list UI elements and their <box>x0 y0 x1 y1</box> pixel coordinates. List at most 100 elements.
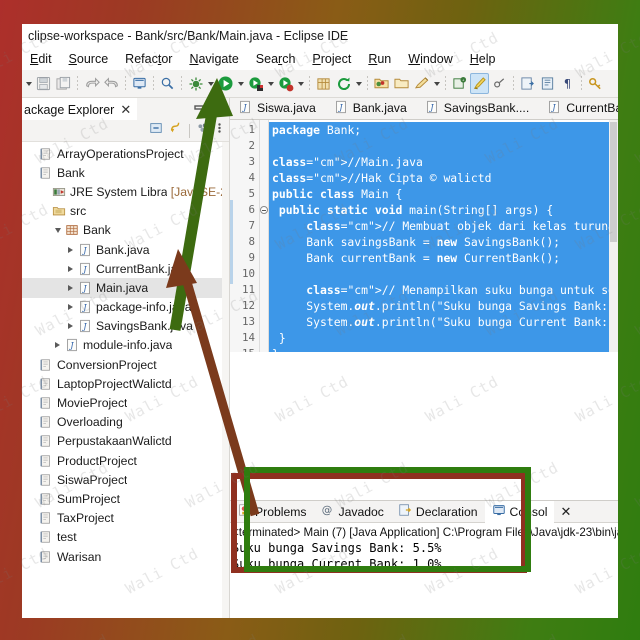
code-line[interactable]: System.out.println("Suku bunga Savings B… <box>269 298 618 314</box>
debug-dropdown-arrow[interactable] <box>206 73 215 94</box>
link-editor-icon[interactable] <box>169 121 183 140</box>
chevron-right-icon[interactable] <box>64 298 77 317</box>
menu-edit[interactable]: Edit <box>30 52 52 66</box>
close-icon[interactable]: ✕ <box>120 102 131 118</box>
minimize-icon[interactable] <box>192 100 206 118</box>
undo-icon[interactable] <box>82 73 101 94</box>
console-tab-consol[interactable]: Consol <box>484 500 555 523</box>
collapse-all-icon[interactable] <box>149 121 163 140</box>
tree-item-savingsbank-java[interactable]: J SavingsBank.java <box>22 317 229 336</box>
close-icon[interactable]: ✕ <box>554 504 577 520</box>
code-line[interactable]: package Bank; <box>269 122 618 138</box>
scrollbar-thumb[interactable] <box>610 122 617 242</box>
tree-item-src[interactable]: src <box>22 202 229 221</box>
tree-item-package-info-java[interactable]: Jpackage-info.java <box>22 298 229 317</box>
tree-item-arrayoperationsproject[interactable]: ArrayOperationsProject <box>22 144 229 163</box>
open-type-icon[interactable] <box>392 73 411 94</box>
code-line[interactable]: class="cm">// Membuat objek dari kelas t… <box>269 218 618 234</box>
refresh-icon[interactable] <box>334 73 353 94</box>
tree-item-movieproject[interactable]: MovieProject <box>22 393 229 412</box>
editor-vertical-scrollbar[interactable] <box>609 120 618 352</box>
code-line[interactable]: class="cm">//Hak Cipta © walictd <box>269 170 618 186</box>
run-icon[interactable] <box>216 73 235 94</box>
coverage-icon[interactable] <box>276 73 295 94</box>
tree-item-main-java[interactable]: J Main.java <box>22 278 229 298</box>
tree-item-bank[interactable]: Bank <box>22 221 229 240</box>
menu-run[interactable]: Run <box>368 52 391 66</box>
tree-item-module-info-java[interactable]: Jmodule-info.java <box>22 336 229 355</box>
project-tree[interactable]: ArrayOperationsProject Bank JRE System Lib… <box>22 142 229 618</box>
folding-column[interactable] <box>260 120 269 352</box>
save-all-icon[interactable] <box>54 73 73 94</box>
save-icon[interactable] <box>34 73 53 94</box>
code-line[interactable] <box>269 266 618 282</box>
tree-item-warisan[interactable]: Warisan <box>22 547 229 566</box>
menu-source[interactable]: Source <box>69 52 109 66</box>
editor-tab-bank-java[interactable]: J Bank.java <box>326 97 417 119</box>
open-task-icon[interactable] <box>518 73 537 94</box>
editor-tab-siswa-java[interactable]: J Siswa.java <box>230 97 326 119</box>
code-line[interactable]: } <box>269 330 618 346</box>
tree-item-taxproject[interactable]: TaxProject <box>22 509 229 528</box>
console-tab-declaration[interactable]: Declaration <box>391 501 485 523</box>
code-line[interactable] <box>269 138 618 154</box>
console-view-icon[interactable] <box>130 73 149 94</box>
tab-package-explorer[interactable]: ackage Explorer ✕ <box>22 98 138 120</box>
run-dropdown-arrow[interactable] <box>236 73 245 94</box>
maximize-icon[interactable] <box>211 100 225 118</box>
code-line[interactable]: System.out.println("Suku bunga Current B… <box>269 314 618 330</box>
code-line[interactable]: public static void main(String[] args) { <box>269 202 618 218</box>
tree-item-bank[interactable]: Bank <box>22 163 229 182</box>
view-menu-dots-icon[interactable] <box>216 121 223 140</box>
tree-item-siswaproject[interactable]: SiswaProject <box>22 470 229 489</box>
link-icon[interactable] <box>490 73 509 94</box>
toolbar-overflow-arrow[interactable] <box>24 73 33 94</box>
tree-item-productproject[interactable]: ProductProject <box>22 451 229 470</box>
tree-item-laptopprojectwalictd[interactable]: LaptopProjectWalictd <box>22 374 229 393</box>
chevron-down-icon[interactable] <box>51 221 64 240</box>
console-tab-javadoc[interactable]: @ Javadoc <box>313 501 390 523</box>
search-icon[interactable] <box>158 73 177 94</box>
menu-help[interactable]: Help <box>470 52 496 66</box>
chevron-right-icon[interactable] <box>64 240 77 259</box>
refresh-dropdown-arrow[interactable] <box>354 73 363 94</box>
tree-item-jre-system-library[interactable]: JRE System Library[JavaSE-2 <box>22 182 229 201</box>
redo-icon[interactable] <box>102 73 121 94</box>
coverage-dropdown-arrow[interactable] <box>296 73 305 94</box>
code-line[interactable]: Bank savingsBank = new SavingsBank(); <box>269 234 618 250</box>
tree-item-currentbank-java[interactable]: J CurrentBank.java <box>22 259 229 278</box>
code-text[interactable]: package Bank; class="cm">//Main.java clas… <box>269 120 618 352</box>
view-menu-icon[interactable] <box>196 121 210 140</box>
editor-tab-currentba[interactable]: J CurrentBa <box>539 97 618 119</box>
pilcrow-icon[interactable]: ¶ <box>558 73 577 94</box>
explorer-scrollbar[interactable] <box>222 142 229 618</box>
chevron-right-icon[interactable] <box>64 259 77 278</box>
debug-icon[interactable] <box>186 73 205 94</box>
code-line[interactable]: class="cm">// Menampilkan suku bunga unt… <box>269 282 618 298</box>
pencil-icon[interactable] <box>412 73 431 94</box>
console-tab-problems[interactable]: Problems <box>230 501 313 523</box>
console-output[interactable]: Suku bunga Savings Bank: 5.5% Suku bunga … <box>230 540 618 572</box>
code-line[interactable]: class="cm">//Main.java <box>269 154 618 170</box>
editor-tab-savingsbank[interactable]: J SavingsBank.... <box>417 97 539 119</box>
chevron-right-icon[interactable] <box>64 278 77 297</box>
book-icon[interactable] <box>538 73 557 94</box>
pencil-dropdown-arrow[interactable] <box>432 73 441 94</box>
external-tools-dropdown-arrow[interactable] <box>266 73 275 94</box>
source-editor[interactable]: 12345678910111213141516 package Bank; cl… <box>230 120 618 376</box>
tree-item-conversionproject[interactable]: ConversionProject <box>22 355 229 374</box>
chevron-right-icon[interactable] <box>64 317 77 336</box>
fold-collapse-icon[interactable] <box>260 202 268 218</box>
chevron-right-icon[interactable] <box>51 336 64 355</box>
run-external-tools-icon[interactable] <box>246 73 265 94</box>
open-perspective-icon[interactable]: + <box>450 73 469 94</box>
key-icon[interactable] <box>586 73 605 94</box>
code-line[interactable]: public class Main { <box>269 186 618 202</box>
tree-item-perpustakaanwalictd[interactable]: PerpustakaanWalictd <box>22 432 229 451</box>
code-line[interactable]: Bank currentBank = new CurrentBank(); <box>269 250 618 266</box>
new-java-project-icon[interactable] <box>314 73 333 94</box>
tree-item-sumproject[interactable]: SumProject <box>22 489 229 508</box>
open-folder-icon[interactable] <box>372 73 391 94</box>
menu-project[interactable]: Project <box>312 52 351 66</box>
menu-refactor[interactable]: Refactor <box>125 52 172 66</box>
